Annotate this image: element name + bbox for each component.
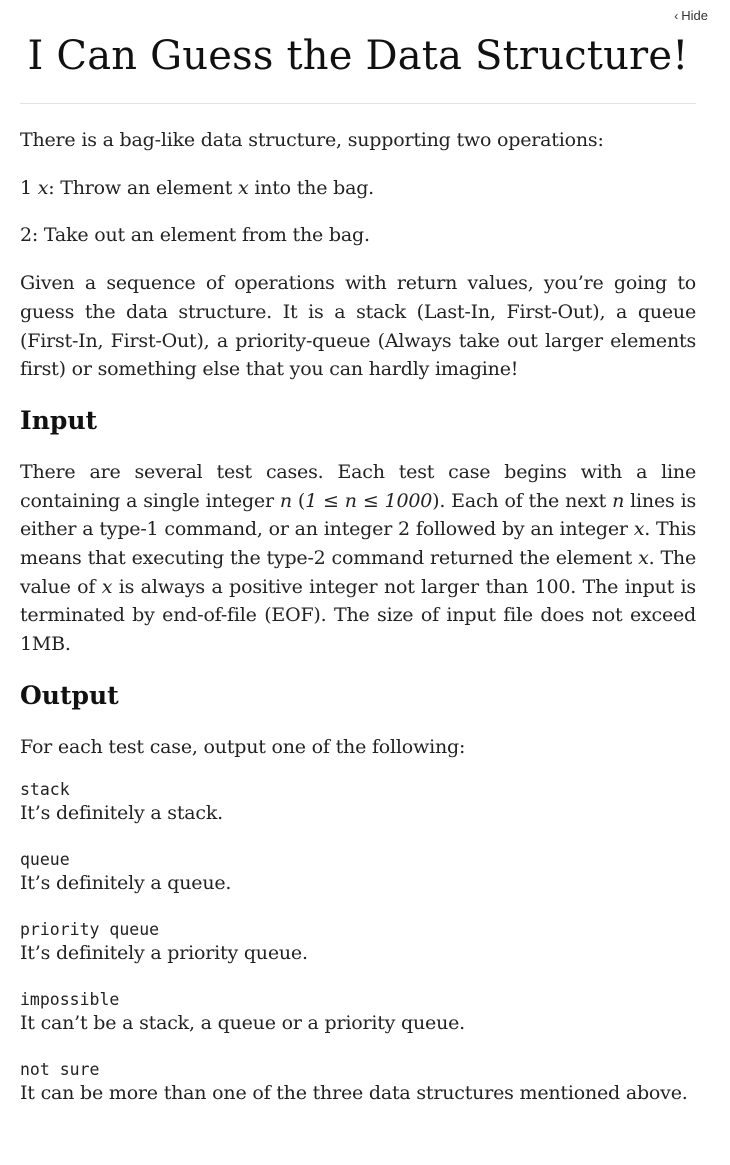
output-intro: For each test case, output one of the fo… [20,735,466,758]
output-code: priority queue [20,919,160,939]
op1-var: x [37,176,49,199]
n-range: 1 ≤ n ≤ 1000 [305,489,433,512]
number-2: 2 [398,518,410,541]
output-code: not sure [20,1059,100,1079]
input-text-8: is always a positive integer not larger … [112,575,535,598]
input-heading: Input [20,405,98,435]
title-divider [20,103,696,104]
input-text-2: ( [291,489,306,512]
output-item: stack It’s definitely a stack. [20,780,696,826]
op1-var2: x [237,176,249,199]
output-description: It’s definitely a priority queue. [20,941,308,964]
op2-number: 2 [20,224,32,247]
output-code: queue [20,849,70,869]
output-code: impossible [20,989,120,1009]
description-paragraph: Given a sequence of operations with retu… [20,272,696,381]
var-x: x [638,547,649,570]
op1-rest: into the bag. [248,176,374,199]
op2-text: : Take out an element from the bag. [31,224,370,247]
output-description: It can be more than one of the three dat… [20,1081,688,1104]
output-item: impossible It can’t be a stack, a queue … [20,990,696,1036]
output-item: not sure It can be more than one of the … [20,1060,696,1106]
output-description: It’s definitely a stack. [20,801,224,824]
operation-2: 2: Take out an element from the bag. [20,221,696,250]
var-n: n [279,489,292,512]
output-description: It’s definitely a queue. [20,871,232,894]
output-heading: Output [20,680,119,710]
output-description: It can’t be a stack, a queue or a priori… [20,1011,466,1034]
input-paragraph: There are several test cases. Each test … [20,458,696,659]
output-item: priority queue It’s definitely a priorit… [20,920,696,966]
var-x: x [633,518,645,541]
problem-statement: I Can Guess the Data Structure! There is… [20,0,696,1106]
var-n: n [612,489,625,512]
intro-paragraph: There is a bag-like data structure, supp… [20,129,604,151]
var-x: x [101,575,113,598]
output-item: queue It’s definitely a queue. [20,850,696,896]
input-text-3: ). Each of the next [432,489,613,512]
number-100: 100 [534,575,571,598]
output-code: stack [20,779,70,799]
page-title: I Can Guess the Data Structure! [27,33,689,79]
input-text-5: followed by an integer [409,518,634,541]
op1-sep: : Throw an element [48,176,238,199]
op1-number: 1 [20,176,32,199]
operation-1: 1 x: Throw an element x into the bag. [20,174,696,203]
